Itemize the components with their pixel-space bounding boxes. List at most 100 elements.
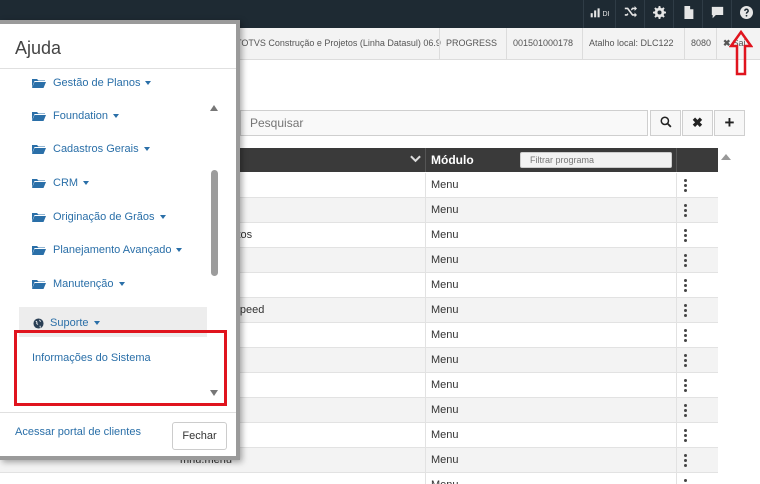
row-actions-icon[interactable] — [682, 204, 688, 217]
module-cell: Menu — [431, 304, 459, 316]
document-button[interactable] — [673, 0, 702, 28]
folder-open-icon — [32, 212, 46, 222]
row-actions-icon[interactable] — [682, 179, 688, 192]
column-divider — [425, 273, 426, 298]
module-cell: Menu — [431, 404, 459, 416]
column-divider — [676, 373, 677, 398]
row-actions-icon[interactable] — [682, 429, 688, 442]
column-divider — [676, 198, 677, 223]
module-column-header[interactable]: Módulo — [431, 148, 474, 172]
caret-down-icon — [159, 215, 166, 219]
module-cell: Menu — [431, 229, 459, 241]
menu-item-manutencao[interactable]: Manutenção — [32, 274, 125, 294]
column-divider — [425, 223, 426, 248]
menu-item-label: Manutenção — [53, 278, 114, 290]
module-cell: Menu — [431, 429, 459, 441]
row-actions-icon[interactable] — [682, 229, 688, 242]
menu-item-label: Gestão de Planos — [53, 77, 141, 89]
chat-icon — [711, 6, 724, 22]
folder-open-icon — [32, 279, 46, 289]
module-cell: Menu — [431, 379, 459, 391]
menu-item-label: Cadastros Gerais — [53, 143, 139, 155]
menu-item-label: Foundation — [53, 110, 109, 122]
column-divider — [676, 348, 677, 373]
column-divider — [425, 298, 426, 323]
code-label: 001501000178 — [506, 28, 579, 59]
row-actions-icon[interactable] — [682, 454, 688, 467]
folder-open-icon — [32, 178, 46, 188]
menu-item-cadastros-gerais[interactable]: Cadastros Gerais — [32, 139, 150, 159]
column-divider — [676, 323, 677, 348]
column-divider — [425, 248, 426, 273]
bar-chart-button[interactable]: DI — [583, 0, 615, 28]
chat-button[interactable] — [702, 0, 731, 28]
column-divider — [676, 248, 677, 273]
caret-down-icon — [118, 282, 125, 286]
menu-scrollbar-thumb[interactable] — [211, 170, 218, 276]
help-button[interactable] — [731, 0, 760, 28]
caret-down-icon — [145, 81, 152, 85]
column-divider — [676, 298, 677, 323]
folder-open-icon — [32, 78, 46, 88]
table-scroll-up-arrow[interactable] — [721, 154, 731, 160]
shuffle-icon — [624, 6, 637, 22]
database-label: PROGRESS — [439, 28, 503, 59]
menu-scroll-up-arrow[interactable] — [210, 105, 218, 111]
column-divider — [425, 448, 426, 473]
search-button[interactable] — [650, 110, 681, 136]
settings-button[interactable] — [644, 0, 673, 28]
folder-open-icon — [32, 111, 46, 121]
clear-search-button[interactable]: ✖ — [682, 110, 713, 136]
row-actions-icon[interactable] — [682, 404, 688, 417]
modal-title: Ajuda — [15, 38, 62, 58]
row-actions-icon[interactable] — [682, 379, 688, 392]
search-input[interactable] — [241, 111, 647, 135]
column-divider — [676, 173, 677, 198]
folder-open-icon — [32, 144, 46, 154]
menu-item-planejamento-avancado[interactable]: Planejamento Avançado — [32, 240, 183, 260]
table-row[interactable]: Menu — [0, 473, 718, 484]
menu-item-originacao-de-graos[interactable]: Originação de Grãos — [32, 207, 166, 227]
header-separator — [676, 148, 677, 172]
add-button[interactable]: + — [714, 110, 745, 136]
modal-divider — [0, 412, 236, 413]
module-cell: Menu — [431, 179, 459, 191]
close-icon: ✖ — [692, 115, 703, 130]
column-divider — [676, 473, 677, 484]
row-actions-icon[interactable] — [682, 304, 688, 317]
row-actions-icon[interactable] — [682, 329, 688, 342]
company-label: TOTVS Construção e Projetos (Linha Datas… — [229, 28, 447, 59]
shuffle-button[interactable] — [615, 0, 644, 28]
menu-item-label: CRM — [53, 177, 79, 189]
search-box — [240, 110, 648, 136]
bar-chart-icon — [590, 7, 601, 21]
customer-portal-link[interactable]: Acessar portal de clientes — [15, 426, 141, 438]
caret-down-icon — [93, 321, 100, 325]
menu-item-label: Planejamento Avançado — [53, 244, 172, 256]
caret-down-icon — [83, 181, 90, 185]
column-divider — [676, 448, 677, 473]
globe-icon — [33, 317, 44, 329]
module-cell: Menu — [431, 254, 459, 266]
column-divider — [425, 423, 426, 448]
module-cell: Menu — [431, 204, 459, 216]
menu-item-foundation[interactable]: Foundation — [32, 106, 120, 126]
menu-item-gestao-de-planos[interactable]: Gestão de Planos — [32, 73, 152, 93]
module-cell: Menu — [431, 354, 459, 366]
row-actions-icon[interactable] — [682, 254, 688, 267]
gear-icon — [652, 6, 666, 22]
module-cell: Menu — [431, 329, 459, 341]
menu-item-crm[interactable]: CRM — [32, 173, 90, 193]
column-divider — [676, 223, 677, 248]
caret-down-icon — [113, 114, 120, 118]
menu-scroll-down-arrow[interactable] — [210, 390, 218, 396]
column-divider — [425, 398, 426, 423]
filter-program-input[interactable]: Filtrar programa — [520, 152, 672, 168]
menu-item-suporte[interactable]: Suporte — [33, 317, 100, 329]
close-button[interactable]: Fechar — [172, 422, 227, 450]
row-actions-icon[interactable] — [682, 479, 688, 484]
row-actions-icon[interactable] — [682, 279, 688, 292]
module-cell: Menu — [431, 454, 459, 466]
chevron-down-icon[interactable] — [410, 148, 421, 172]
row-actions-icon[interactable] — [682, 354, 688, 367]
